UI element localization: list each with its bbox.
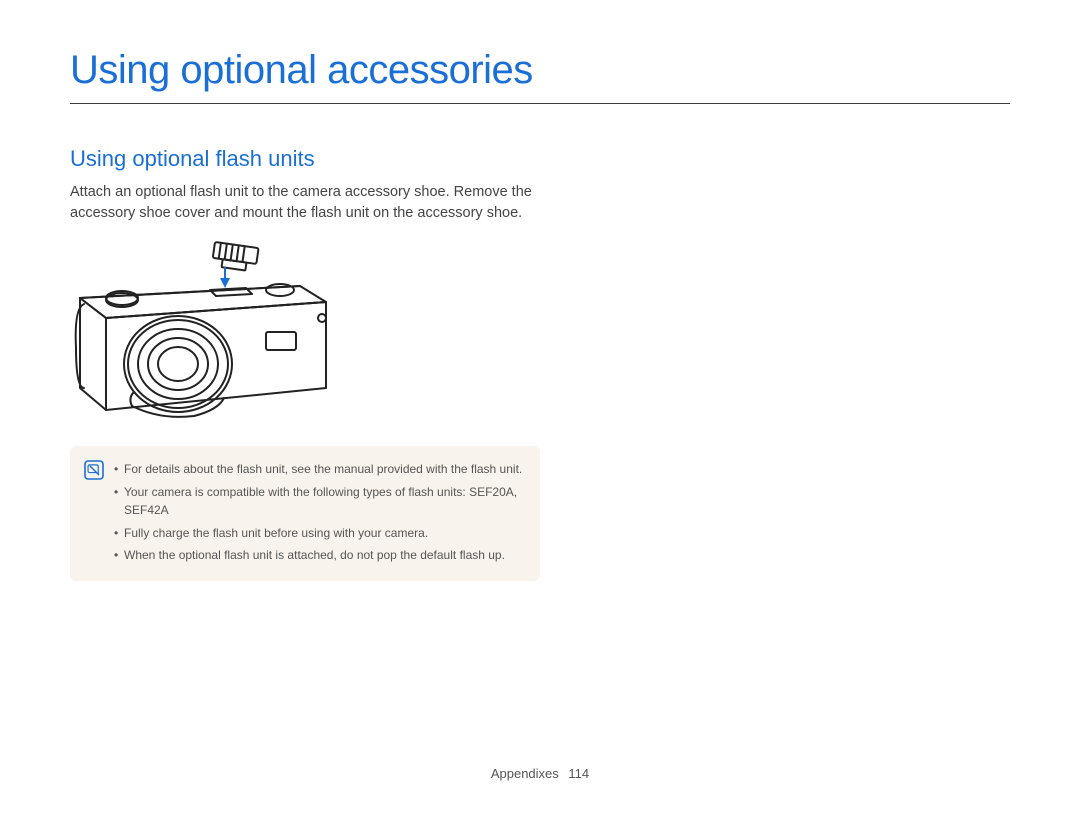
note-item: For details about the flash unit, see th… [114, 460, 526, 479]
note-list: For details about the flash unit, see th… [114, 460, 526, 569]
footer-section-label: Appendixes [491, 766, 559, 781]
note-icon [84, 460, 104, 480]
camera-illustration [70, 238, 540, 428]
left-column: Using optional flash units Attach an opt… [70, 146, 540, 581]
page-content: Using optional accessories Using optiona… [0, 0, 1080, 581]
camera-line-art-icon [70, 238, 335, 423]
section-body: Attach an optional flash unit to the cam… [70, 182, 540, 224]
section-heading: Using optional flash units [70, 146, 540, 172]
note-item: When the optional flash unit is attached… [114, 546, 526, 565]
footer-page-number: 114 [568, 766, 589, 781]
note-box: For details about the flash unit, see th… [70, 446, 540, 581]
note-item: Your camera is compatible with the follo… [114, 483, 526, 520]
page-footer: Appendixes 114 [0, 766, 1080, 781]
note-item: Fully charge the flash unit before using… [114, 524, 526, 543]
page-title: Using optional accessories [70, 48, 1010, 104]
